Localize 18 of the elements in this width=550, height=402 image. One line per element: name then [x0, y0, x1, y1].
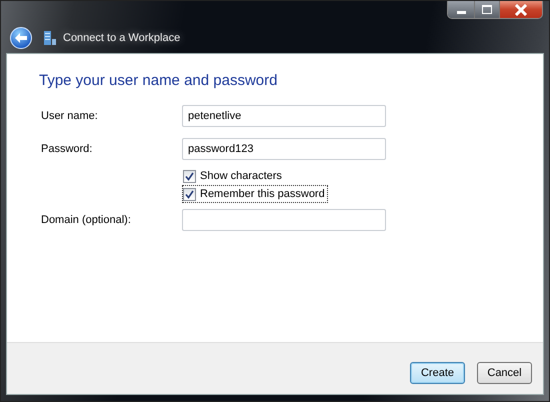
dialog-button[interactable]: Create — [410, 362, 465, 384]
input-field[interactable] — [182, 209, 386, 231]
window-title: Connect to a Workplace — [63, 32, 180, 44]
back-button[interactable] — [9, 26, 33, 50]
page-heading: Type your user name and password — [39, 72, 278, 89]
close-button[interactable] — [499, 1, 542, 18]
input-field[interactable]: petenetlive — [182, 105, 386, 127]
input-field[interactable]: password123 — [182, 138, 386, 160]
dialog-button[interactable]: Cancel — [477, 362, 532, 384]
maximize-button[interactable] — [474, 1, 499, 18]
field-label: Domain (optional): — [40, 214, 132, 226]
minimize-button[interactable] — [448, 1, 474, 18]
close-icon — [514, 4, 528, 16]
field-label: Password: — [40, 143, 94, 155]
building-icon — [43, 30, 57, 46]
checkbox[interactable]: Show characters — [182, 167, 285, 185]
checkbox[interactable]: Remember this password — [182, 185, 328, 203]
field-label: User name: — [40, 110, 99, 122]
